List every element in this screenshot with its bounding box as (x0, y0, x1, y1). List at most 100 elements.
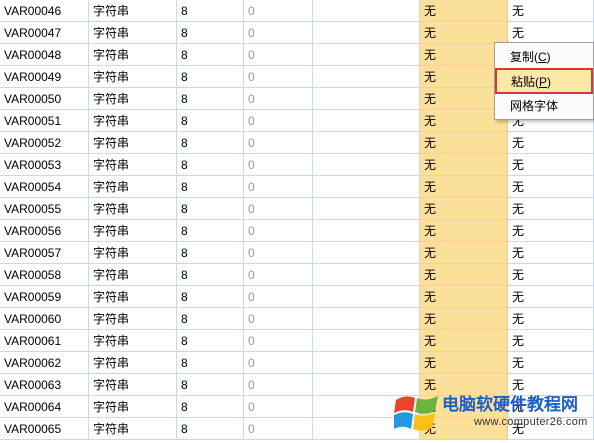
type-cell[interactable]: 字符串 (89, 330, 177, 352)
label-cell[interactable] (313, 154, 420, 176)
decimals-cell[interactable]: 0 (244, 352, 313, 374)
variable-name-cell[interactable]: VAR00060 (0, 308, 89, 330)
values-cell[interactable]: 无 (508, 220, 594, 242)
variable-name-cell[interactable]: VAR00061 (0, 330, 89, 352)
selected-column-cell[interactable]: 无 (420, 330, 508, 352)
label-cell[interactable] (313, 198, 420, 220)
decimals-cell[interactable]: 0 (244, 132, 313, 154)
variable-name-cell[interactable]: VAR00055 (0, 198, 89, 220)
values-cell[interactable]: 无 (508, 330, 594, 352)
values-cell[interactable]: 无 (508, 22, 594, 44)
label-cell[interactable] (313, 132, 420, 154)
selected-column-cell[interactable]: 无 (420, 132, 508, 154)
label-cell[interactable] (313, 176, 420, 198)
selected-column-cell[interactable]: 无 (420, 154, 508, 176)
decimals-cell[interactable]: 0 (244, 264, 313, 286)
type-cell[interactable]: 字符串 (89, 264, 177, 286)
width-cell[interactable]: 8 (177, 352, 244, 374)
variable-name-cell[interactable]: VAR00051 (0, 110, 89, 132)
type-cell[interactable]: 字符串 (89, 352, 177, 374)
values-cell[interactable]: 无 (508, 352, 594, 374)
selected-column-cell[interactable]: 无 (420, 286, 508, 308)
variable-name-cell[interactable]: VAR00050 (0, 88, 89, 110)
width-cell[interactable]: 8 (177, 198, 244, 220)
variable-name-cell[interactable]: VAR00052 (0, 132, 89, 154)
width-cell[interactable]: 8 (177, 132, 244, 154)
decimals-cell[interactable]: 0 (244, 418, 313, 440)
decimals-cell[interactable]: 0 (244, 22, 313, 44)
values-cell[interactable]: 无 (508, 176, 594, 198)
decimals-cell[interactable]: 0 (244, 308, 313, 330)
type-cell[interactable]: 字符串 (89, 176, 177, 198)
label-cell[interactable] (313, 66, 420, 88)
selected-column-cell[interactable]: 无 (420, 220, 508, 242)
values-cell[interactable]: 无 (508, 132, 594, 154)
selected-column-cell[interactable]: 无 (420, 0, 508, 22)
width-cell[interactable]: 8 (177, 22, 244, 44)
type-cell[interactable]: 字符串 (89, 66, 177, 88)
width-cell[interactable]: 8 (177, 286, 244, 308)
type-cell[interactable]: 字符串 (89, 308, 177, 330)
label-cell[interactable] (313, 242, 420, 264)
decimals-cell[interactable]: 0 (244, 66, 313, 88)
decimals-cell[interactable]: 0 (244, 88, 313, 110)
values-cell[interactable]: 无 (508, 308, 594, 330)
width-cell[interactable]: 8 (177, 264, 244, 286)
width-cell[interactable]: 8 (177, 220, 244, 242)
values-cell[interactable]: 无 (508, 198, 594, 220)
selected-column-cell[interactable]: 无 (420, 308, 508, 330)
label-cell[interactable] (313, 308, 420, 330)
type-cell[interactable]: 字符串 (89, 396, 177, 418)
width-cell[interactable]: 8 (177, 0, 244, 22)
variable-name-cell[interactable]: VAR00053 (0, 154, 89, 176)
width-cell[interactable]: 8 (177, 308, 244, 330)
label-cell[interactable] (313, 110, 420, 132)
type-cell[interactable]: 字符串 (89, 242, 177, 264)
menu-item-paste[interactable]: 粘贴(P) (495, 68, 593, 94)
width-cell[interactable]: 8 (177, 88, 244, 110)
type-cell[interactable]: 字符串 (89, 22, 177, 44)
variable-name-cell[interactable]: VAR00064 (0, 396, 89, 418)
values-cell[interactable]: 无 (508, 264, 594, 286)
variable-name-cell[interactable]: VAR00048 (0, 44, 89, 66)
selected-column-cell[interactable]: 无 (420, 22, 508, 44)
type-cell[interactable]: 字符串 (89, 110, 177, 132)
width-cell[interactable]: 8 (177, 242, 244, 264)
decimals-cell[interactable]: 0 (244, 396, 313, 418)
type-cell[interactable]: 字符串 (89, 132, 177, 154)
decimals-cell[interactable]: 0 (244, 374, 313, 396)
width-cell[interactable]: 8 (177, 44, 244, 66)
type-cell[interactable]: 字符串 (89, 154, 177, 176)
type-cell[interactable]: 字符串 (89, 374, 177, 396)
variable-name-cell[interactable]: VAR00056 (0, 220, 89, 242)
width-cell[interactable]: 8 (177, 418, 244, 440)
decimals-cell[interactable]: 0 (244, 176, 313, 198)
label-cell[interactable] (313, 44, 420, 66)
decimals-cell[interactable]: 0 (244, 0, 313, 22)
width-cell[interactable]: 8 (177, 154, 244, 176)
selected-column-cell[interactable]: 无 (420, 264, 508, 286)
selected-column-cell[interactable]: 无 (420, 352, 508, 374)
label-cell[interactable] (313, 352, 420, 374)
width-cell[interactable]: 8 (177, 374, 244, 396)
selected-column-cell[interactable]: 无 (420, 176, 508, 198)
variable-name-cell[interactable]: VAR00046 (0, 0, 89, 22)
variable-name-cell[interactable]: VAR00059 (0, 286, 89, 308)
decimals-cell[interactable]: 0 (244, 286, 313, 308)
width-cell[interactable]: 8 (177, 396, 244, 418)
label-cell[interactable] (313, 264, 420, 286)
type-cell[interactable]: 字符串 (89, 418, 177, 440)
label-cell[interactable] (313, 330, 420, 352)
decimals-cell[interactable]: 0 (244, 220, 313, 242)
values-cell[interactable]: 无 (508, 286, 594, 308)
type-cell[interactable]: 字符串 (89, 220, 177, 242)
label-cell[interactable] (313, 22, 420, 44)
selected-column-cell[interactable]: 无 (420, 198, 508, 220)
width-cell[interactable]: 8 (177, 66, 244, 88)
decimals-cell[interactable]: 0 (244, 330, 313, 352)
menu-item-copy[interactable]: 复制(C) (497, 46, 591, 68)
decimals-cell[interactable]: 0 (244, 154, 313, 176)
label-cell[interactable] (313, 286, 420, 308)
decimals-cell[interactable]: 0 (244, 110, 313, 132)
variable-name-cell[interactable]: VAR00065 (0, 418, 89, 440)
